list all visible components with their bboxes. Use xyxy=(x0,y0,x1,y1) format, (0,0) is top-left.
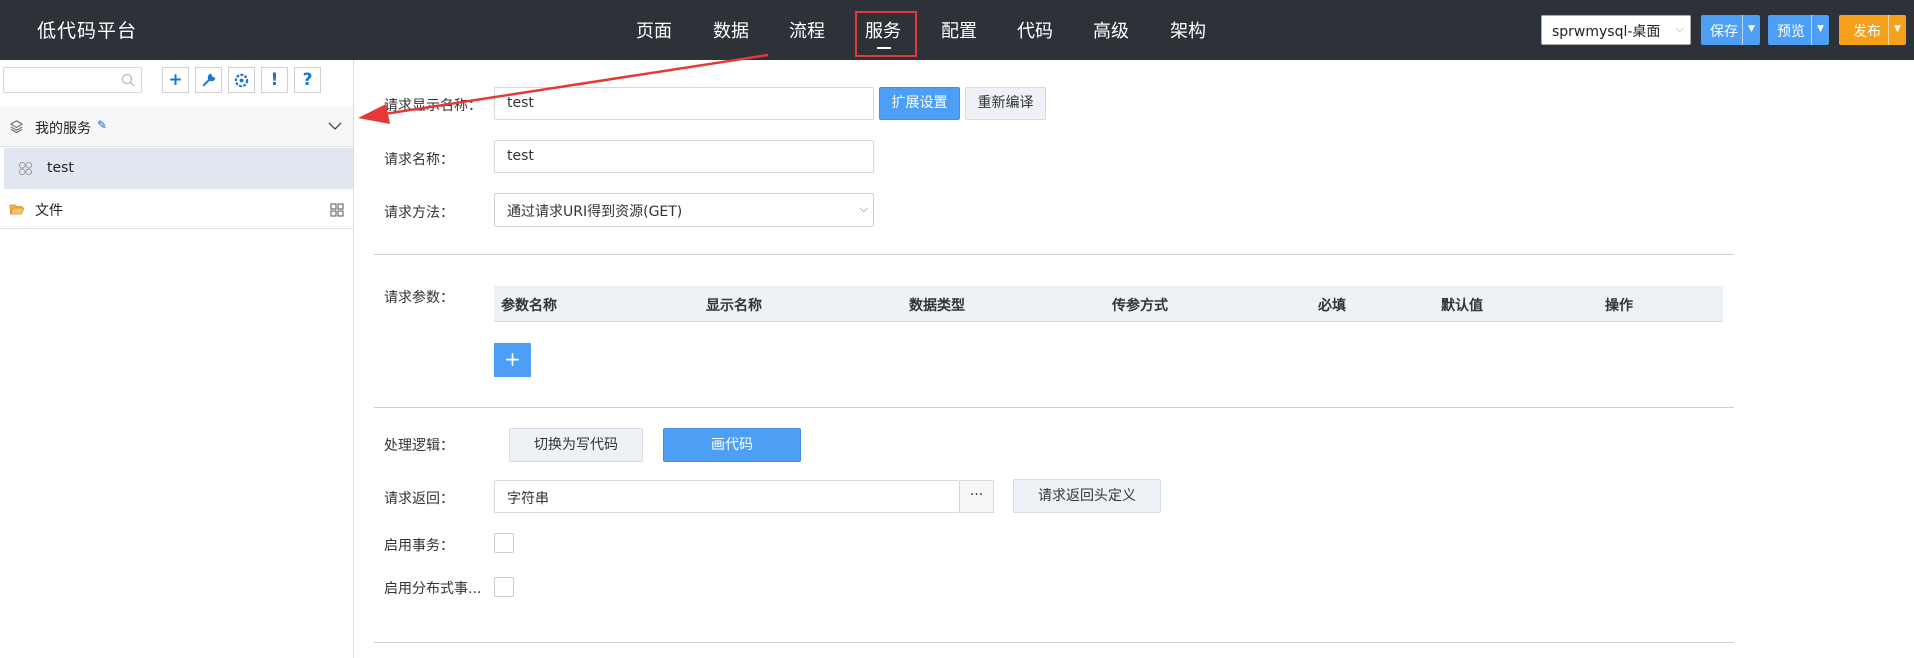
nav-data[interactable]: 数据 xyxy=(713,17,749,43)
transaction-checkbox[interactable] xyxy=(494,533,514,553)
nav-flow[interactable]: 流程 xyxy=(789,17,825,43)
service-node-icon xyxy=(18,161,33,176)
transaction-label: 启用事务： xyxy=(384,538,454,554)
column-header: 操作 xyxy=(1605,298,1633,314)
return-picker-button[interactable]: ··· xyxy=(960,480,994,513)
request-return-label: 请求返回： xyxy=(384,491,454,507)
extend-settings-button[interactable]: 扩展设置 xyxy=(879,87,960,120)
column-header: 数据类型 xyxy=(909,298,965,314)
chevron-down-icon[interactable] xyxy=(327,118,343,134)
add-param-button[interactable]: + xyxy=(494,343,531,377)
sidebar-search-input[interactable] xyxy=(3,67,142,93)
nav-config[interactable]: 配置 xyxy=(941,17,977,43)
distributed-transaction-label: 启用分布式事... xyxy=(384,581,482,597)
chevron-down-icon: ⌵ xyxy=(859,202,868,215)
top-navbar: 低代码平台 页面 数据 流程 服务 配置 代码 高级 架构 sprwmysql-… xyxy=(0,0,1914,60)
section-divider xyxy=(374,407,1734,408)
publish-button[interactable]: 发布 ▼ xyxy=(1839,15,1906,45)
nav-architecture[interactable]: 架构 xyxy=(1170,17,1206,43)
sidebar-item-test[interactable]: test xyxy=(4,148,353,189)
grid-icon[interactable] xyxy=(330,203,344,217)
sidebar-group-files[interactable]: 文件 xyxy=(0,189,353,229)
sidebar-group-my-services[interactable]: 我的服务 ✎ xyxy=(0,107,353,147)
project-select[interactable]: sprwmysql-桌面 ⌵ xyxy=(1541,15,1691,45)
preview-button-label: 预览 xyxy=(1777,24,1805,40)
sidebar-item-label: test xyxy=(47,160,74,176)
sidebar-file-label: 文件 xyxy=(35,203,63,219)
preview-button[interactable]: 预览 ▼ xyxy=(1768,15,1829,45)
display-name-input[interactable]: test xyxy=(494,87,874,120)
column-header: 显示名称 xyxy=(706,298,762,314)
publish-button-label: 发布 xyxy=(1853,24,1881,40)
nav-code[interactable]: 代码 xyxy=(1017,17,1053,43)
nav-advanced[interactable]: 高级 xyxy=(1093,17,1129,43)
section-divider xyxy=(374,254,1734,255)
sidebar: + ! ? 我的服务 ✎ test 文件 xyxy=(0,60,354,658)
chevron-down-icon: ⌵ xyxy=(1675,22,1684,35)
nav-active-underline xyxy=(877,47,891,49)
request-return-input[interactable]: 字符串 xyxy=(494,480,960,513)
exclamation-icon[interactable]: ! xyxy=(261,67,288,93)
logic-label: 处理逻辑： xyxy=(384,438,454,454)
request-method-value: 通过请求URI得到资源(GET) xyxy=(507,204,683,220)
save-button[interactable]: 保存 ▼ xyxy=(1701,15,1760,45)
sidebar-group-label: 我的服务 xyxy=(35,121,91,137)
params-table-header: 参数名称 显示名称 数据类型 传参方式 必填 默认值 操作 xyxy=(494,286,1723,322)
preview-dropdown-caret-icon[interactable]: ▼ xyxy=(1811,15,1829,45)
app-logo: 低代码平台 xyxy=(37,20,138,42)
layers-icon xyxy=(9,120,24,134)
save-button-label: 保存 xyxy=(1710,24,1738,40)
column-header: 必填 xyxy=(1318,298,1346,314)
gear-icon[interactable] xyxy=(228,67,255,93)
save-dropdown-caret-icon[interactable]: ▼ xyxy=(1742,15,1760,45)
publish-dropdown-caret-icon[interactable]: ▼ xyxy=(1888,15,1906,45)
request-name-label: 请求名称： xyxy=(384,152,454,168)
request-name-input[interactable]: test xyxy=(494,140,874,173)
help-icon[interactable]: ? xyxy=(294,67,321,93)
request-params-label: 请求参数： xyxy=(384,290,454,306)
add-icon[interactable]: + xyxy=(162,67,189,93)
column-header: 默认值 xyxy=(1441,298,1483,314)
request-method-select[interactable]: 通过请求URI得到资源(GET) ⌵ xyxy=(494,193,874,227)
draw-code-button[interactable]: 画代码 xyxy=(663,428,801,462)
nav-page[interactable]: 页面 xyxy=(636,17,672,43)
display-name-label: 请求显示名称： xyxy=(384,98,482,114)
project-select-value: sprwmysql-桌面 xyxy=(1552,24,1661,40)
column-header: 传参方式 xyxy=(1112,298,1168,314)
request-method-label: 请求方法： xyxy=(384,205,454,221)
folder-open-icon xyxy=(9,204,25,215)
switch-to-code-button[interactable]: 切换为写代码 xyxy=(509,428,643,462)
section-divider xyxy=(374,642,1734,643)
nav-active-highlight xyxy=(855,11,917,57)
wrench-icon[interactable] xyxy=(195,67,222,93)
edit-pencil-icon[interactable]: ✎ xyxy=(97,118,107,132)
return-header-button[interactable]: 请求返回头定义 xyxy=(1013,479,1161,513)
search-icon xyxy=(121,73,135,87)
recompile-button[interactable]: 重新编译 xyxy=(965,87,1046,120)
distributed-transaction-checkbox[interactable] xyxy=(494,577,514,597)
column-header: 参数名称 xyxy=(501,298,557,314)
